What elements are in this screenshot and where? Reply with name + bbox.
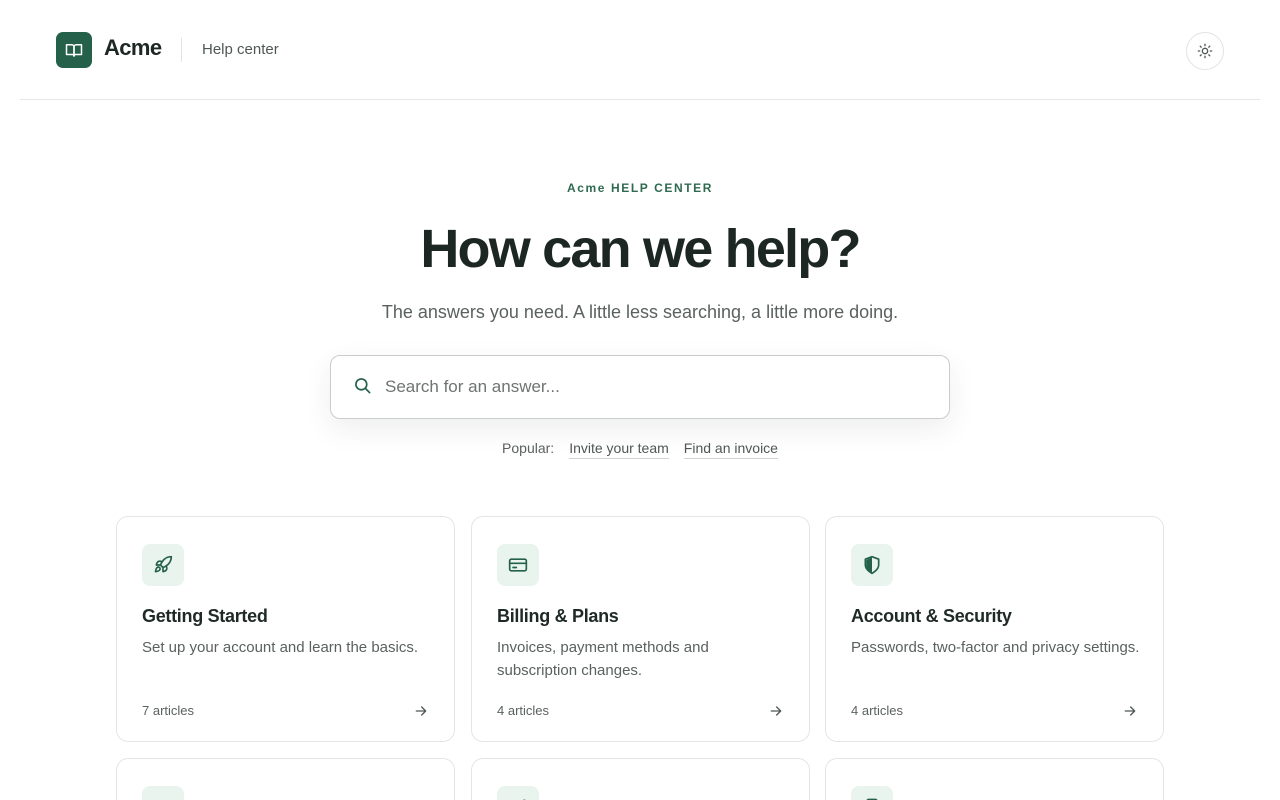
theme-toggle-button[interactable] (1186, 32, 1224, 70)
category-card-partial[interactable] (471, 758, 810, 800)
category-title: Account & Security (851, 606, 1012, 626)
search-input[interactable] (385, 356, 925, 418)
category-card-partial[interactable] (825, 758, 1164, 800)
site-header: Acme Help center (20, 0, 1260, 100)
shield-icon (864, 555, 880, 575)
category-card-billing-plans[interactable]: Billing & Plans Invoices, payment method… (471, 516, 810, 742)
category-article-count: 4 articles (497, 703, 550, 718)
category-icon-box (497, 786, 539, 800)
category-icon-box (497, 544, 539, 586)
hero-eyebrow: Acme HELP CENTER (566, 181, 714, 195)
category-card-partial[interactable] (116, 758, 455, 800)
arrow-right-icon (770, 706, 782, 716)
popular-label: Popular: (502, 440, 555, 456)
credit-card-icon (508, 558, 528, 572)
popular-link-find-invoice[interactable]: Find an invoice (683, 440, 778, 459)
category-description: Passwords, two-factor and privacy settin… (851, 639, 1140, 656)
header-divider (181, 38, 182, 62)
category-card-getting-started[interactable]: Getting Started Set up your account and … (116, 516, 455, 742)
search-icon (355, 378, 371, 394)
page-title: How can we help? (420, 219, 861, 279)
book-icon (65, 44, 83, 57)
popular-searches: Popular: Invite your team Find an invoic… (0, 440, 1280, 459)
popular-link-invite-team[interactable]: Invite your team (569, 440, 669, 459)
category-title: Getting Started (142, 606, 268, 626)
brand-name[interactable]: Acme (104, 35, 162, 61)
category-title: Billing & Plans (497, 606, 619, 626)
category-description: Invoices, payment methods and subscripti… (497, 639, 709, 679)
category-article-count: 7 articles (142, 703, 195, 718)
category-icon-box (142, 786, 184, 800)
rocket-icon (154, 555, 173, 573)
category-icon-box (142, 544, 184, 586)
search-box (330, 355, 950, 419)
arrow-right-icon (1124, 706, 1136, 716)
category-article-count: 4 articles (851, 703, 904, 718)
category-description: Set up your account and learn the basics… (142, 639, 419, 656)
arrow-right-icon (415, 706, 427, 716)
category-icon-box (851, 544, 893, 586)
help-center-link[interactable]: Help center (202, 41, 279, 58)
hero-subtitle: The answers you need. A little less sear… (381, 302, 899, 322)
logo[interactable] (56, 32, 92, 68)
category-card-account-security[interactable]: Account & Security Passwords, two-factor… (825, 516, 1164, 742)
category-icon-box (851, 786, 893, 800)
sun-icon (1197, 43, 1213, 59)
